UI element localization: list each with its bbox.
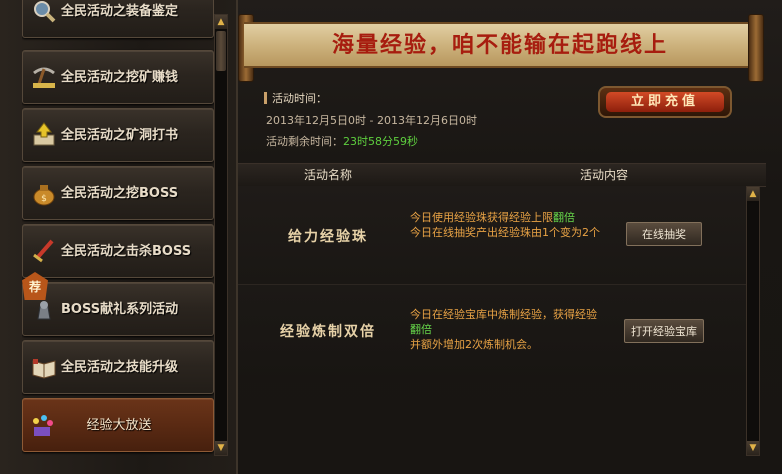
sidebar-item-label: 全民活动之击杀BOSS bbox=[61, 244, 192, 259]
sidebar-item-label: 全民活动之矿洞打书 bbox=[61, 128, 179, 143]
activity-window: 全民活动之装备鉴定 全民活动之挖矿赚钱 全民活动之矿洞打书 $ 全民活动之挖BO… bbox=[0, 0, 782, 474]
desc-line: 今日在经验宝库中炼制经验，获得经验 bbox=[410, 308, 597, 321]
header-activity-name: 活动名称 bbox=[304, 168, 353, 182]
recharge-button[interactable]: 立即充值 bbox=[598, 86, 732, 118]
activity-name: 给力经验珠 bbox=[288, 229, 368, 245]
table-header: 活动名称 活动内容 bbox=[238, 163, 766, 187]
table-row: 经验炼制双倍 今日在经验宝库中炼制经验，获得经验 翻倍 并额外增加2次炼制机会。… bbox=[238, 285, 746, 383]
highlight-text: 翻倍 bbox=[553, 211, 575, 224]
activity-description: 今日在经验宝库中炼制经验，获得经验 翻倍 并额外增加2次炼制机会。 bbox=[410, 307, 597, 352]
sidebar-item-label: BOSS献礼系列活动 bbox=[61, 302, 179, 317]
sidebar-scrollbar[interactable]: ▲ ▼ bbox=[214, 14, 228, 456]
banner-title: 海量经验，咱不能输在起跑线上 bbox=[331, 32, 668, 58]
desc-line: 今日使用经验珠获得经验上限翻倍 bbox=[410, 210, 600, 225]
sidebar-item-label: 全民活动之挖BOSS bbox=[61, 186, 179, 201]
svg-text:$: $ bbox=[41, 194, 47, 204]
scroll-thumb[interactable] bbox=[216, 31, 226, 71]
money-bag-icon: $ bbox=[29, 178, 59, 208]
sidebar-item-skill-upgrade[interactable]: 全民活动之技能升级 bbox=[22, 340, 214, 394]
remaining-label: 活动剩余时间： bbox=[266, 135, 343, 148]
header-activity-content: 活动内容 bbox=[580, 168, 629, 182]
scroll-down-icon[interactable]: ▼ bbox=[747, 441, 759, 455]
activity-list: 全民活动之装备鉴定 全民活动之挖矿赚钱 全民活动之矿洞打书 $ 全民活动之挖BO… bbox=[22, 0, 214, 474]
pickaxe-icon bbox=[29, 62, 59, 92]
event-time-range: 2013年12月5日0时 - 2013年12月6日0时 bbox=[266, 114, 477, 127]
open-book-icon bbox=[29, 352, 59, 382]
activity-banner: 海量经验，咱不能输在起跑线上 bbox=[244, 22, 756, 68]
open-exp-vault-button[interactable]: 打开经验宝库 bbox=[624, 319, 704, 343]
activity-name: 经验炼制双倍 bbox=[280, 324, 376, 340]
sidebar-item-label: 全民活动之挖矿赚钱 bbox=[61, 70, 179, 85]
sidebar-item-mine-books[interactable]: 全民活动之矿洞打书 bbox=[22, 108, 214, 162]
banner-right-roll bbox=[748, 14, 764, 82]
scroll-up-icon[interactable]: ▲ bbox=[747, 187, 759, 201]
remaining-value: 23时58分59秒 bbox=[343, 135, 418, 148]
sidebar-item-mining[interactable]: 全民活动之挖矿赚钱 bbox=[22, 50, 214, 104]
sword-icon bbox=[29, 236, 59, 266]
event-time-label: 活动时间： bbox=[272, 92, 327, 105]
desc-text: 今日使用经验珠获得经验上限 bbox=[410, 211, 553, 224]
activity-detail-panel: 海量经验，咱不能输在起跑线上 活动时间： 2013年12月5日0时 - 2013… bbox=[238, 0, 782, 474]
sidebar-item-label: 全民活动之装备鉴定 bbox=[61, 4, 179, 19]
sidebar-item-equipment-appraisal[interactable]: 全民活动之装备鉴定 bbox=[22, 0, 214, 38]
desc-line: 今日在线抽奖产出经验珠由1个变为2个 bbox=[410, 226, 600, 239]
activity-sidebar: 全民活动之装备鉴定 全民活动之挖矿赚钱 全民活动之矿洞打书 $ 全民活动之挖BO… bbox=[0, 0, 238, 474]
recharge-button-label: 立即充值 bbox=[606, 92, 724, 112]
activity-description: 今日使用经验珠获得经验上限翻倍 今日在线抽奖产出经验珠由1个变为2个 bbox=[410, 210, 600, 240]
scroll-track[interactable] bbox=[748, 203, 758, 441]
highlight-text: 翻倍 bbox=[410, 323, 432, 336]
event-remaining-time: 活动剩余时间：23时58分59秒 bbox=[266, 133, 418, 149]
sidebar-item-label: 全民活动之技能升级 bbox=[61, 360, 179, 375]
sidebar-item-dig-boss[interactable]: $ 全民活动之挖BOSS bbox=[22, 166, 214, 220]
desc-line: 并额外增加2次炼制机会。 bbox=[410, 338, 538, 351]
scroll-down-icon[interactable]: ▼ bbox=[215, 441, 227, 455]
magnifier-icon bbox=[29, 0, 59, 26]
sidebar-item-exp-giveaway[interactable]: 经验大放送 bbox=[22, 398, 214, 452]
book-arrow-icon bbox=[29, 120, 59, 150]
sidebar-item-kill-boss[interactable]: 全民活动之击杀BOSS bbox=[22, 224, 214, 278]
scroll-up-icon[interactable]: ▲ bbox=[215, 15, 227, 29]
table-row: 给力经验珠 今日使用经验珠获得经验上限翻倍 今日在线抽奖产出经验珠由1个变为2个… bbox=[238, 186, 746, 285]
online-lottery-button[interactable]: 在线抽奖 bbox=[626, 222, 702, 246]
info-marker bbox=[264, 92, 267, 104]
sidebar-item-label: 经验大放送 bbox=[86, 418, 152, 433]
content-scrollbar[interactable]: ▲ ▼ bbox=[746, 186, 760, 456]
sidebar-item-boss-gifts[interactable]: BOSS献礼系列活动 bbox=[22, 282, 214, 336]
